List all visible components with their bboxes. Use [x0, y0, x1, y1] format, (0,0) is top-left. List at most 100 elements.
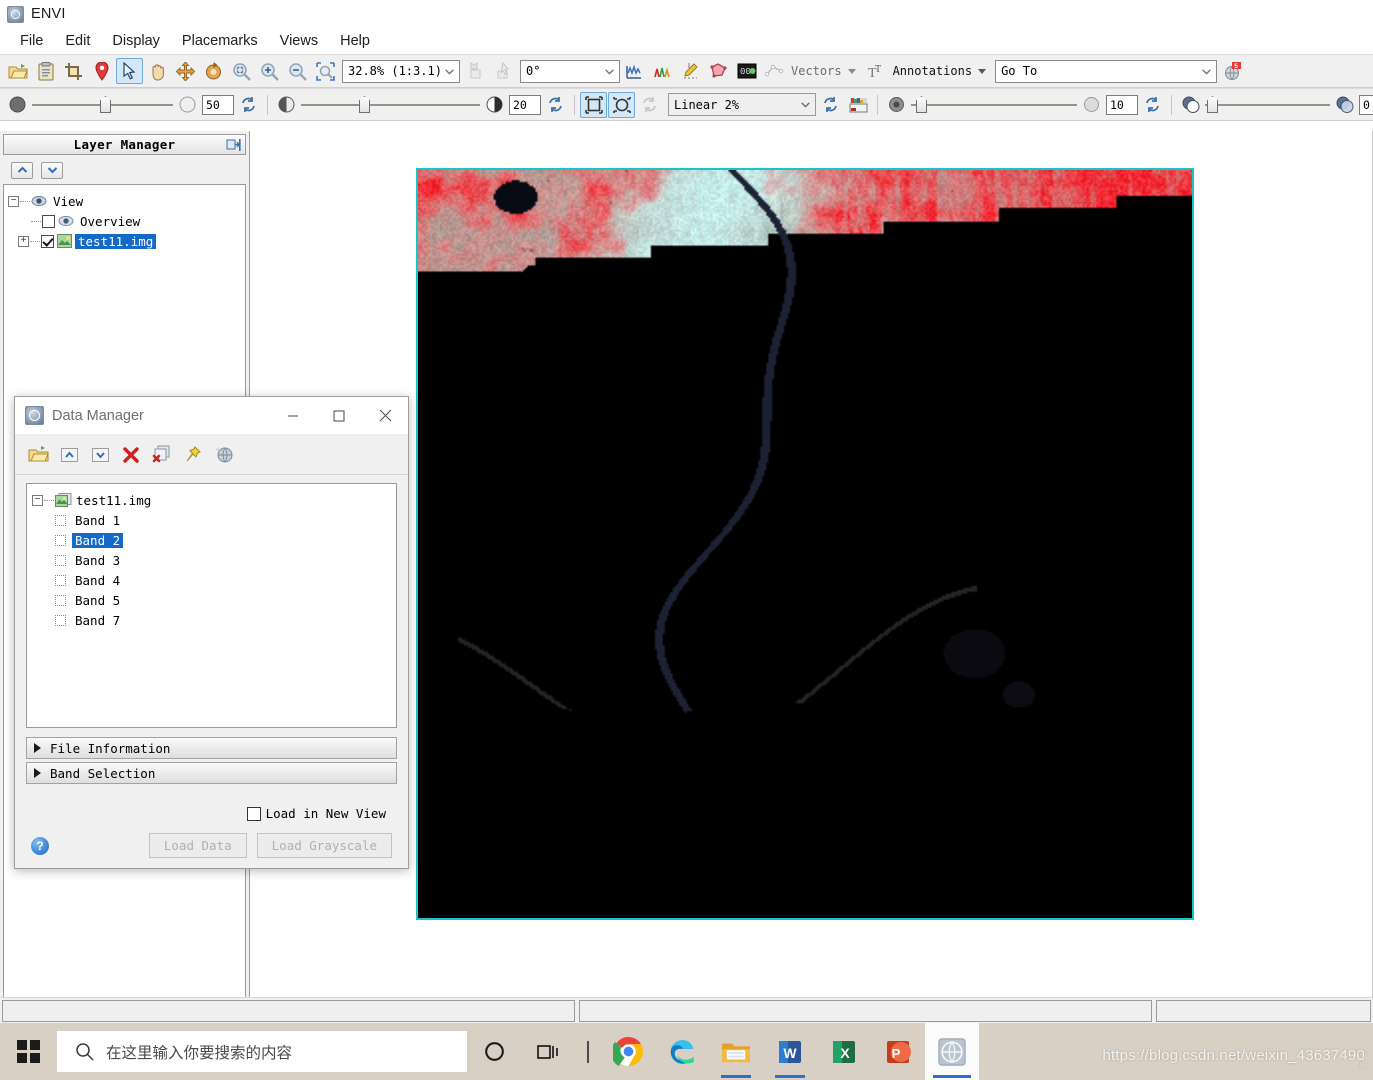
band-item-5[interactable]: Band 5 [32, 590, 391, 610]
spectral-profile-icon[interactable] [621, 58, 648, 84]
transparency-value[interactable]: 50 [202, 94, 234, 115]
blend-value[interactable]: 0 [1359, 94, 1373, 115]
color-profile-icon[interactable] [649, 58, 676, 84]
brightness-value[interactable]: 20 [509, 94, 541, 115]
chrome-icon[interactable] [601, 1023, 655, 1080]
move-up-icon[interactable] [55, 441, 83, 469]
menu-file[interactable]: File [9, 31, 54, 51]
histogram-icon[interactable] [845, 92, 872, 118]
load-in-new-view-row[interactable]: Load in New View [15, 784, 408, 821]
brightness-slider[interactable] [301, 96, 480, 113]
windows-start-icon[interactable] [0, 1023, 57, 1080]
move-down-icon[interactable] [86, 441, 114, 469]
sharpen-value[interactable]: 10 [1106, 94, 1138, 115]
layer-tree-root[interactable]: − View [8, 191, 241, 211]
menu-help[interactable]: Help [329, 31, 381, 51]
cortana-icon[interactable] [467, 1023, 521, 1080]
lower-layer-icon[interactable] [489, 58, 516, 84]
open-file-icon[interactable] [4, 58, 31, 84]
roi-tool-icon[interactable] [705, 58, 732, 84]
move-down-icon[interactable] [41, 161, 63, 179]
data-manager-file-tree[interactable]: − test11.img Band 1 Band 2 Band 3 Band 4… [26, 483, 397, 728]
annotations-menu-label[interactable]: Annotations [891, 64, 974, 78]
menu-display[interactable]: Display [101, 31, 171, 51]
envi-data-icon[interactable] [210, 441, 238, 469]
zoom-in-icon[interactable] [256, 58, 283, 84]
blend-slider[interactable] [1205, 96, 1330, 113]
minimize-button[interactable] [270, 397, 316, 435]
menu-edit[interactable]: Edit [54, 31, 101, 51]
band-checkbox[interactable] [55, 534, 66, 546]
layer-item-test11[interactable]: + test11.img [8, 231, 241, 251]
powerpoint-icon[interactable]: P [871, 1023, 925, 1080]
raise-layer-icon[interactable] [461, 58, 488, 84]
stretch-combo[interactable]: Linear 2% [668, 93, 816, 116]
data-manager-title-bar[interactable]: Data Manager [15, 397, 408, 435]
band-item-4[interactable]: Band 4 [32, 570, 391, 590]
band-item-7[interactable]: Band 7 [32, 610, 391, 630]
image-view-canvas[interactable] [250, 131, 1373, 1023]
band-checkbox[interactable] [55, 594, 66, 606]
word-icon[interactable]: W [763, 1023, 817, 1080]
satellite-image-test11[interactable] [416, 168, 1194, 920]
load-data-button[interactable]: Load Data [148, 833, 247, 858]
load-grayscale-button[interactable]: Load Grayscale [256, 833, 392, 858]
maximize-button[interactable] [316, 397, 362, 435]
clipboard-icon[interactable] [32, 58, 59, 84]
sync-portal-icon[interactable] [636, 92, 663, 118]
collapse-expander-icon[interactable]: − [8, 195, 19, 207]
close-button[interactable] [362, 397, 408, 435]
rotation-combo[interactable]: 0° [520, 59, 620, 83]
band-item-2[interactable]: Band 2 [32, 530, 391, 550]
cursor-value-icon[interactable]: 00 [733, 58, 760, 84]
zoom-fit-icon[interactable] [228, 58, 255, 84]
brightness-reset-icon[interactable] [542, 92, 569, 118]
full-extent-icon[interactable] [580, 91, 607, 118]
pin-panel-icon[interactable] [226, 138, 241, 155]
search-input[interactable]: 在这里输入你要搜索的内容 [57, 1031, 467, 1072]
expand-expander-icon[interactable]: + [18, 235, 29, 247]
overview-checkbox[interactable] [42, 214, 55, 228]
excel-icon[interactable]: X [817, 1023, 871, 1080]
fly-icon[interactable] [172, 58, 199, 84]
pencil-roi-icon[interactable] [677, 58, 704, 84]
test11-checkbox[interactable] [41, 234, 54, 248]
band-checkbox[interactable] [55, 554, 66, 566]
rotate-icon[interactable] [200, 58, 227, 84]
vectors-menu-label[interactable]: Vectors [789, 64, 844, 78]
zoom-level-combo[interactable]: 32.8% (1:3.1) [342, 59, 460, 83]
band-checkbox[interactable] [55, 574, 66, 586]
help-question-icon[interactable]: ? [31, 836, 49, 855]
transparency-slider[interactable] [32, 96, 173, 113]
task-view-icon[interactable] [521, 1023, 575, 1080]
layer-item-overview[interactable]: Overview [8, 211, 241, 231]
band-checkbox[interactable] [55, 614, 66, 626]
annotations-icon[interactable]: TT [863, 58, 890, 84]
select-arrow-icon[interactable] [116, 58, 143, 84]
menu-placemarks[interactable]: Placemarks [171, 31, 269, 51]
annotations-chevron-down-icon[interactable] [978, 68, 987, 74]
sharpen-reset-icon[interactable] [1139, 92, 1166, 118]
accordion-band-selection[interactable]: Band Selection [26, 762, 397, 784]
sharpen-slider[interactable] [911, 96, 1077, 113]
edge-icon[interactable] [655, 1023, 709, 1080]
load-in-new-view-checkbox[interactable] [246, 806, 261, 821]
band-checkbox[interactable] [55, 514, 66, 526]
vectors-chevron-down-icon[interactable] [847, 68, 856, 74]
file-node-test11[interactable]: − test11.img [32, 490, 391, 510]
move-up-icon[interactable] [11, 161, 33, 179]
portal-icon[interactable] [608, 91, 635, 118]
pin-icon[interactable] [179, 441, 207, 469]
vectors-icon[interactable] [761, 58, 788, 84]
pan-hand-icon[interactable] [144, 58, 171, 84]
stretch-reset-icon[interactable] [817, 92, 844, 118]
open-file-icon[interactable] [24, 441, 52, 469]
file-explorer-icon[interactable] [709, 1023, 763, 1080]
menu-views[interactable]: Views [269, 31, 329, 51]
zoom-select-icon[interactable] [312, 58, 339, 84]
data-manager-dialog[interactable]: Data Manager − test11.img Band 1 Band 2 … [14, 396, 409, 869]
close-file-icon[interactable] [117, 441, 145, 469]
band-item-3[interactable]: Band 3 [32, 550, 391, 570]
accordion-file-information[interactable]: File Information [26, 737, 397, 759]
placemark-pin-icon[interactable] [88, 58, 115, 84]
